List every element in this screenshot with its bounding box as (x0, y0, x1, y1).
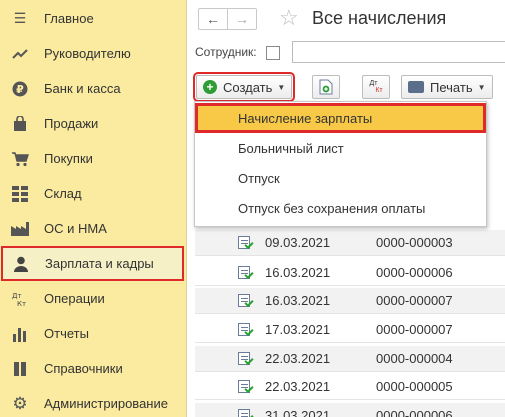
row-date: 16.03.2021 (265, 265, 331, 280)
row-number: 0000-000007 (376, 293, 453, 308)
create-button[interactable]: + Создать ▼ (193, 72, 295, 102)
row-number: 0000-000006 (376, 265, 453, 280)
row-date: 31.03.2021 (265, 408, 331, 417)
back-button[interactable]: ← (199, 9, 227, 29)
row-date: 16.03.2021 (265, 293, 331, 308)
row-date: 09.03.2021 (265, 235, 331, 250)
sidebar-item-fixed-assets[interactable]: ОС и НМА (0, 211, 187, 246)
sidebar-item-label: ОС и НМА (44, 221, 107, 236)
factory-icon (11, 220, 29, 238)
sidebar-item-reports[interactable]: Отчеты (0, 316, 187, 351)
bar-chart-icon (11, 325, 29, 343)
document-add-icon (319, 79, 333, 95)
create-button-label: Создать (223, 79, 273, 95)
sidebar-item-label: Банк и касса (44, 81, 121, 96)
sidebar-item-directories[interactable]: Справочники (0, 351, 187, 386)
sidebar-item-label: Продажи (44, 116, 99, 131)
employee-filter-checkbox[interactable] (266, 46, 280, 60)
posted-document-icon (238, 235, 254, 250)
posted-document-icon (238, 408, 254, 417)
dt-label: Дт (369, 80, 378, 87)
table-row[interactable]: 22.03.2021 0000-000004 (195, 346, 505, 372)
sidebar-item-label: Главное (44, 11, 94, 26)
row-number: 0000-000007 (376, 322, 453, 337)
ruble-icon: ₽ (11, 80, 29, 98)
posted-document-icon (238, 322, 254, 337)
book-icon (11, 360, 29, 378)
forward-button[interactable]: → (227, 9, 256, 29)
person-icon (12, 255, 30, 273)
row-number: 0000-000004 (376, 351, 453, 366)
cart-icon (11, 150, 29, 168)
row-number: 0000-000003 (376, 235, 453, 250)
sidebar-item-bank[interactable]: ₽ Банк и касса (0, 71, 187, 106)
gear-icon: ⚙ (12, 393, 28, 413)
sidebar-item-label: Операции (44, 291, 105, 306)
posted-document-icon (238, 265, 254, 280)
sidebar-item-operations[interactable]: Дт Кт Операции (0, 281, 187, 316)
menu-icon: ☰ (13, 10, 27, 26)
posted-document-icon (238, 293, 254, 308)
sidebar-item-management[interactable]: Руководителю (0, 36, 187, 71)
chevron-down-icon: ▼ (277, 82, 286, 92)
sidebar-item-sales[interactable]: Продажи (0, 106, 187, 141)
printer-icon (408, 81, 424, 93)
employee-filter-label: Сотрудник: (195, 45, 257, 59)
employee-filter-input[interactable] (292, 41, 505, 63)
warehouse-grid-icon (11, 185, 29, 203)
document-action-button[interactable] (312, 75, 340, 99)
sidebar-item-label: Покупки (44, 151, 93, 166)
svg-text:₽: ₽ (16, 83, 24, 96)
sidebar: ☰ Главное Руководителю ₽ Банк и касса Пр… (0, 0, 187, 417)
sidebar-item-salary-hr[interactable]: Зарплата и кадры (1, 246, 184, 281)
table-row[interactable]: 31.03.2021 0000-000006 (195, 403, 505, 417)
menu-item-salary-accrual[interactable]: Начисление зарплаты (195, 103, 486, 133)
posted-document-icon (238, 351, 254, 366)
kt-label: Кт (375, 87, 383, 94)
row-date: 17.03.2021 (265, 322, 331, 337)
posted-document-icon (238, 379, 254, 394)
row-number: 0000-000006 (376, 408, 453, 417)
svg-text:Дт: Дт (12, 292, 22, 300)
print-button[interactable]: Печать ▼ (401, 75, 493, 99)
trend-icon (11, 45, 29, 63)
sidebar-item-label: Отчеты (44, 326, 89, 341)
sidebar-item-administration[interactable]: ⚙ Администрирование (0, 386, 187, 417)
shopping-bag-icon (11, 115, 29, 133)
sidebar-item-main[interactable]: ☰ Главное (0, 1, 187, 36)
sidebar-item-purchases[interactable]: Покупки (0, 141, 187, 176)
dt-kt-icon: Дт Кт (11, 290, 29, 308)
table-row[interactable]: 09.03.2021 0000-000003 (195, 230, 505, 256)
svg-text:Кт: Кт (17, 300, 26, 307)
sidebar-item-warehouse[interactable]: Склад (0, 176, 187, 211)
print-button-label: Печать (430, 79, 473, 95)
row-date: 22.03.2021 (265, 379, 331, 394)
plus-icon: + (203, 80, 217, 94)
sidebar-item-label: Склад (44, 186, 82, 201)
chevron-down-icon: ▼ (477, 82, 486, 92)
favorite-star-icon[interactable]: ☆ (279, 5, 299, 31)
menu-item-sick-leave[interactable]: Больничный лист (195, 133, 486, 163)
table-row[interactable]: 16.03.2021 0000-000007 (195, 288, 505, 314)
sidebar-item-label: Руководителю (44, 46, 131, 61)
sidebar-item-label: Администрирование (44, 396, 168, 411)
row-number: 0000-000005 (376, 379, 453, 394)
create-dropdown-menu: Начисление зарплаты Больничный лист Отпу… (194, 101, 487, 227)
menu-item-unpaid-leave[interactable]: Отпуск без сохранения оплаты (195, 193, 486, 223)
table-row[interactable]: 17.03.2021 0000-000007 (195, 317, 505, 343)
sidebar-item-label: Справочники (44, 361, 123, 376)
dt-kt-button[interactable]: Дт Кт (362, 75, 390, 99)
history-nav: ← → (198, 8, 257, 30)
menu-item-vacation[interactable]: Отпуск (195, 163, 486, 193)
page-title: Все начисления (312, 8, 447, 28)
table-row[interactable]: 16.03.2021 0000-000006 (195, 260, 505, 286)
row-date: 22.03.2021 (265, 351, 331, 366)
sidebar-item-label: Зарплата и кадры (45, 256, 154, 271)
table-row[interactable]: 22.03.2021 0000-000005 (195, 374, 505, 400)
